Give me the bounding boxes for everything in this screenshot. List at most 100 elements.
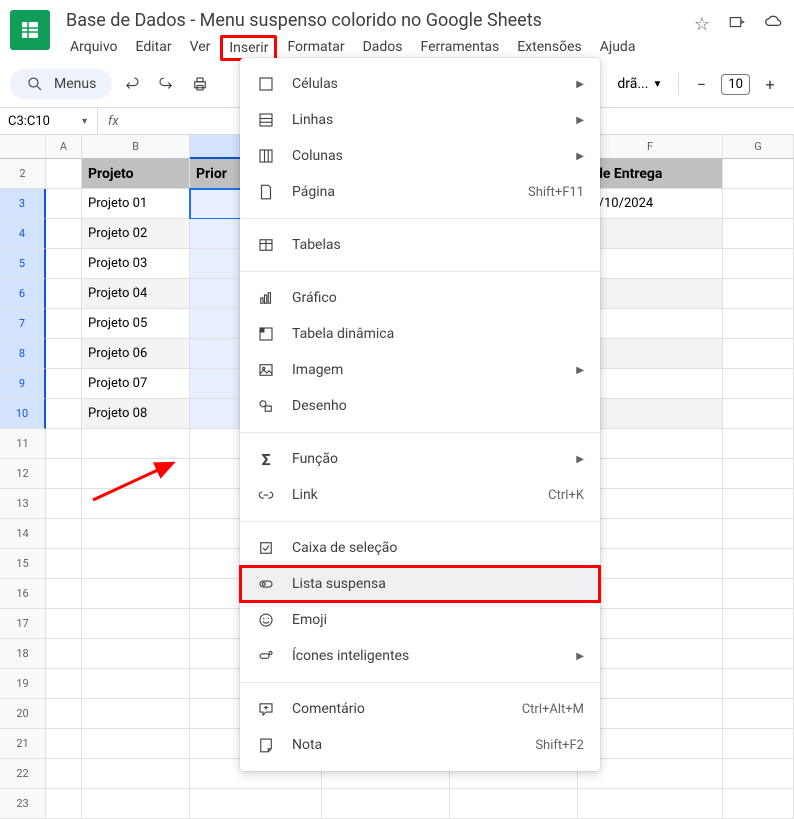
row-header-9[interactable]: 9	[0, 369, 46, 399]
cell-A20[interactable]	[46, 699, 82, 729]
cell-G6[interactable]	[723, 279, 794, 309]
row-header-16[interactable]: 16	[0, 579, 46, 609]
cell-G16[interactable]	[723, 579, 794, 609]
menu-item-page[interactable]: PáginaShift+F11	[240, 174, 600, 210]
cell-G17[interactable]	[723, 609, 794, 639]
col-header-G[interactable]: G	[723, 135, 794, 159]
row-header-22[interactable]: 22	[0, 759, 46, 789]
menu-item-columns[interactable]: Colunas▶	[240, 138, 600, 174]
cell-G19[interactable]	[723, 669, 794, 699]
cell-B17[interactable]	[82, 609, 190, 639]
cell-B5[interactable]: Projeto 03	[82, 249, 190, 279]
row-header-15[interactable]: 15	[0, 549, 46, 579]
cell-G12[interactable]	[723, 459, 794, 489]
undo-button[interactable]	[118, 70, 146, 98]
cell-G11[interactable]	[723, 429, 794, 459]
row-header-7[interactable]: 7	[0, 309, 46, 339]
menu-item-drawing[interactable]: Desenho	[240, 388, 600, 424]
row-header-19[interactable]: 19	[0, 669, 46, 699]
row-header-2[interactable]: 2	[0, 159, 46, 189]
redo-button[interactable]	[152, 70, 180, 98]
cell-A23[interactable]	[46, 789, 82, 819]
cell-A15[interactable]	[46, 549, 82, 579]
row-header-8[interactable]: 8	[0, 339, 46, 369]
cell-A4[interactable]	[46, 219, 82, 249]
row-header-17[interactable]: 17	[0, 609, 46, 639]
cell-A3[interactable]	[46, 189, 82, 219]
row-header-12[interactable]: 12	[0, 459, 46, 489]
row-header-6[interactable]: 6	[0, 279, 46, 309]
cell-A11[interactable]	[46, 429, 82, 459]
menu-item-emoji[interactable]: Emoji	[240, 602, 600, 638]
cell-B3[interactable]: Projeto 01	[82, 189, 190, 219]
cell-A21[interactable]	[46, 729, 82, 759]
cell-B14[interactable]	[82, 519, 190, 549]
cloud-icon[interactable]	[764, 12, 784, 37]
cell-B8[interactable]: Projeto 06	[82, 339, 190, 369]
row-header-14[interactable]: 14	[0, 519, 46, 549]
menu-item-dropdown[interactable]: Lista suspensa	[240, 566, 600, 602]
cell-G13[interactable]	[723, 489, 794, 519]
select-all-corner[interactable]	[0, 135, 46, 159]
cell-E23[interactable]	[450, 789, 578, 819]
menu-item-link[interactable]: LinkCtrl+K	[240, 477, 600, 513]
zoom-value[interactable]: 10	[721, 74, 750, 95]
cell-A7[interactable]	[46, 309, 82, 339]
zoom-out-button[interactable]: −	[687, 70, 715, 98]
star-icon[interactable]: ☆	[694, 14, 710, 35]
cell-A8[interactable]	[46, 339, 82, 369]
cell-A22[interactable]	[46, 759, 82, 789]
cell-B6[interactable]: Projeto 04	[82, 279, 190, 309]
cell-B23[interactable]	[82, 789, 190, 819]
cell-A5[interactable]	[46, 249, 82, 279]
cell-A13[interactable]	[46, 489, 82, 519]
menu-item-chart[interactable]: Gráfico	[240, 280, 600, 316]
cell-A18[interactable]	[46, 639, 82, 669]
cell-B19[interactable]	[82, 669, 190, 699]
cell-G7[interactable]	[723, 309, 794, 339]
cell-G18[interactable]	[723, 639, 794, 669]
print-button[interactable]	[186, 70, 214, 98]
row-header-13[interactable]: 13	[0, 489, 46, 519]
cell-B21[interactable]	[82, 729, 190, 759]
cell-B13[interactable]	[82, 489, 190, 519]
cell-B15[interactable]	[82, 549, 190, 579]
row-header-20[interactable]: 20	[0, 699, 46, 729]
cell-A9[interactable]	[46, 369, 82, 399]
cell-B16[interactable]	[82, 579, 190, 609]
zoom-in-button[interactable]: +	[756, 70, 784, 98]
menu-editar[interactable]: Editar	[128, 35, 180, 61]
menu-item-smart[interactable]: Ícones inteligentes▶	[240, 638, 600, 674]
menu-item-function[interactable]: ΣFunção▶	[240, 441, 600, 477]
cell-G15[interactable]	[723, 549, 794, 579]
cell-A2[interactable]	[46, 159, 82, 189]
move-icon[interactable]	[728, 13, 746, 36]
menu-item-rows[interactable]: Linhas▶	[240, 102, 600, 138]
cell-G5[interactable]	[723, 249, 794, 279]
cell-G2[interactable]	[723, 159, 794, 189]
cell-A14[interactable]	[46, 519, 82, 549]
cell-G23[interactable]	[723, 789, 794, 819]
menu-item-note[interactable]: NotaShift+F2	[240, 727, 600, 763]
cell-B10[interactable]: Projeto 08	[82, 399, 190, 429]
cell-B9[interactable]: Projeto 07	[82, 369, 190, 399]
document-title[interactable]: Base de Dados - Menu suspenso colorido n…	[62, 8, 682, 33]
search-menus[interactable]: Menus	[10, 69, 112, 99]
cell-G10[interactable]	[723, 399, 794, 429]
cell-B12[interactable]	[82, 459, 190, 489]
cell-B18[interactable]	[82, 639, 190, 669]
cell-A10[interactable]	[46, 399, 82, 429]
menu-arquivo[interactable]: Arquivo	[62, 35, 126, 61]
cell-G4[interactable]	[723, 219, 794, 249]
cell-G3[interactable]	[723, 189, 794, 219]
cell-B4[interactable]: Projeto 02	[82, 219, 190, 249]
row-header-4[interactable]: 4	[0, 219, 46, 249]
cell-B20[interactable]	[82, 699, 190, 729]
row-header-10[interactable]: 10	[0, 399, 46, 429]
cell-G20[interactable]	[723, 699, 794, 729]
menu-item-comment[interactable]: ComentárioCtrl+Alt+M	[240, 691, 600, 727]
cell-B2[interactable]: Projeto	[82, 159, 190, 189]
menu-item-image[interactable]: Imagem▶	[240, 352, 600, 388]
col-header-A[interactable]: A	[46, 135, 82, 159]
name-box[interactable]: C3:C10 ▼	[0, 108, 98, 134]
